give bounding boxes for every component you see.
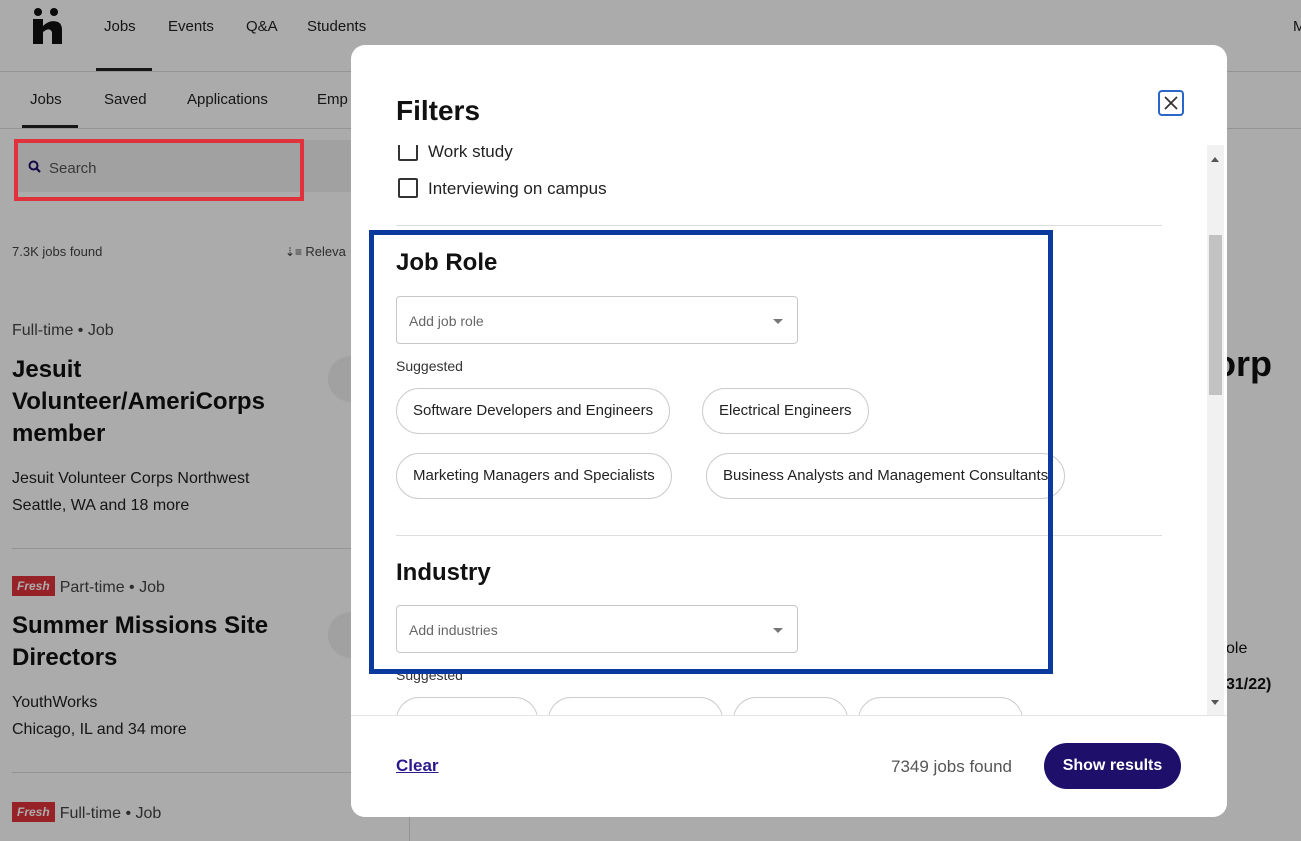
checkbox[interactable] xyxy=(398,145,418,161)
show-results-button[interactable]: Show results xyxy=(1044,743,1181,789)
modal-footer: Clear 7349 jobs found Show results xyxy=(351,715,1227,817)
checkbox-interviewing-on-campus[interactable]: Interviewing on campus xyxy=(398,178,607,199)
close-icon xyxy=(1164,96,1178,110)
clear-button[interactable]: Clear xyxy=(396,756,439,776)
scroll-down-arrow-icon[interactable] xyxy=(1211,700,1219,705)
search-highlight-box xyxy=(14,139,304,201)
checkbox-label: Work study xyxy=(428,145,513,161)
close-button[interactable] xyxy=(1158,90,1184,116)
industry-chip[interactable] xyxy=(396,697,538,715)
industry-chip[interactable] xyxy=(733,697,848,715)
checkbox-work-study[interactable]: Work study xyxy=(398,145,513,162)
modal-title: Filters xyxy=(396,95,481,126)
section-divider xyxy=(396,225,1162,226)
footer-results-count: 7349 jobs found xyxy=(891,757,1012,776)
checkbox-label: Interviewing on campus xyxy=(428,179,607,198)
industry-chip[interactable] xyxy=(858,697,1023,715)
scroll-up-arrow-icon[interactable] xyxy=(1211,157,1219,162)
scroll-thumb[interactable] xyxy=(1209,235,1222,395)
modal-scrollbar[interactable] xyxy=(1207,145,1224,715)
industry-chip[interactable] xyxy=(548,697,723,715)
checkbox[interactable] xyxy=(398,178,418,198)
job-role-highlight-box xyxy=(369,230,1053,674)
